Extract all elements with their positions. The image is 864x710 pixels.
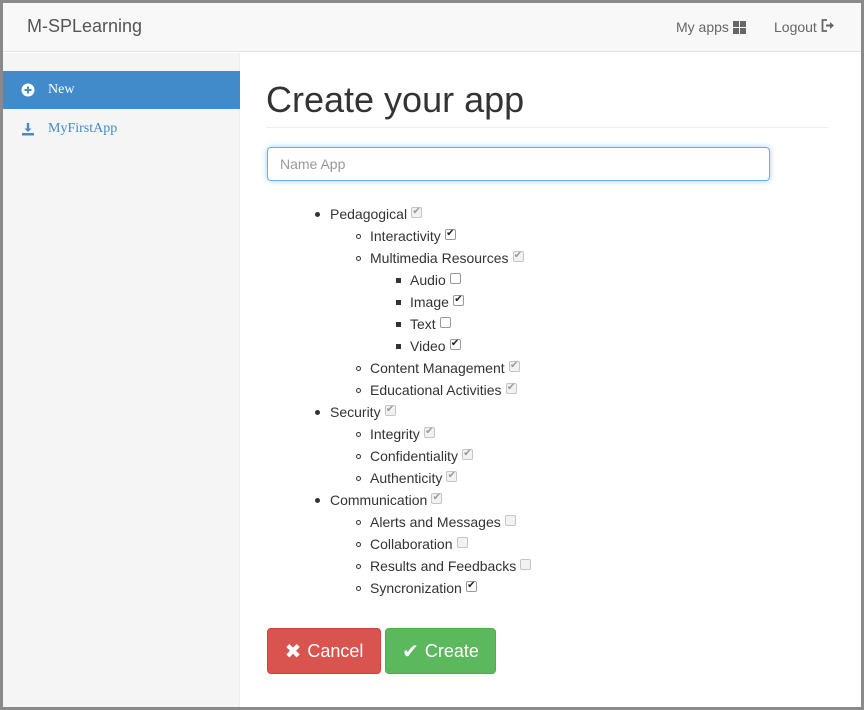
- app-window: M-SPLearning My apps Logout New MyFirstA…: [0, 0, 864, 710]
- bullet: [396, 300, 401, 305]
- sidebar-item-label: MyFirstApp: [48, 121, 118, 136]
- bullet: [356, 366, 361, 371]
- feature-label: Confidentiality: [370, 448, 458, 464]
- bullet: [315, 498, 320, 503]
- main-content: Create your app Pedagogical ✔ Interactiv…: [241, 53, 861, 707]
- create-label: Create: [424, 640, 479, 661]
- cancel-button[interactable]: ✖ Cancel: [267, 628, 381, 674]
- grid-icon: [732, 20, 746, 34]
- list-item: Content Management ✔: [356, 357, 520, 379]
- plus-circle-icon: [21, 83, 35, 97]
- list-item: Audio: [396, 269, 461, 291]
- feature-label: Content Management: [370, 360, 505, 376]
- x-icon: ✖: [284, 640, 302, 663]
- list-item: Interactivity ✔: [356, 225, 456, 247]
- list-item: Results and Feedbacks: [356, 555, 532, 577]
- list-item: Text: [396, 313, 451, 335]
- my-apps-label: My apps: [676, 19, 729, 35]
- list-item: Image ✔: [396, 291, 464, 313]
- check-icon: ✔: [402, 640, 419, 663]
- checkbox[interactable]: ✔: [508, 360, 520, 372]
- checkbox[interactable]: ✔: [423, 426, 435, 438]
- checkbox[interactable]: ✔: [449, 338, 461, 350]
- checkbox[interactable]: ✔: [465, 580, 477, 592]
- checkbox[interactable]: ✔: [446, 470, 458, 482]
- feature-label: Collaboration: [370, 536, 453, 552]
- checkbox[interactable]: ✔: [384, 404, 396, 416]
- checkbox[interactable]: ✔: [461, 448, 473, 460]
- feature-label: Alerts and Messages: [370, 514, 501, 530]
- bullet: [356, 564, 361, 569]
- bullet: [356, 476, 361, 481]
- bullet: [356, 542, 361, 547]
- my-apps-link[interactable]: My apps: [676, 19, 746, 35]
- bullet: [356, 454, 361, 459]
- feature-label: Integrity: [370, 426, 420, 442]
- bullet: [356, 388, 361, 393]
- bullet: [396, 278, 401, 283]
- list-item: Video ✔: [396, 335, 461, 357]
- list-item: Educational Activities ✔: [356, 379, 517, 401]
- feature-label: Image: [410, 294, 449, 310]
- checkbox[interactable]: [520, 558, 532, 570]
- checkbox[interactable]: ✔: [512, 250, 524, 262]
- bullet: [356, 256, 361, 261]
- bullet: [315, 212, 320, 217]
- checkbox[interactable]: ✔: [411, 206, 423, 218]
- bullet: [315, 410, 320, 415]
- checkbox[interactable]: [449, 272, 461, 284]
- feature-label: Video: [410, 338, 446, 354]
- category-label: Security: [330, 404, 381, 420]
- list-item: Authenticity ✔: [356, 467, 458, 489]
- logout-label: Logout: [774, 19, 817, 35]
- list-item: Multimedia Resources ✔: [356, 247, 524, 269]
- checkbox[interactable]: ✔: [444, 228, 456, 240]
- checkbox[interactable]: ✔: [431, 492, 443, 504]
- list-item: Integrity ✔: [356, 423, 435, 445]
- list-item: Communication ✔: [315, 489, 443, 511]
- feature-label: Interactivity: [370, 228, 441, 244]
- category-label: Pedagogical: [330, 206, 408, 222]
- list-item: Alerts and Messages: [356, 511, 516, 533]
- list-item: Syncronization ✔: [356, 577, 477, 599]
- list-item: Pedagogical ✔: [315, 203, 423, 225]
- category-label: Communication: [330, 492, 428, 508]
- title-divider: [266, 127, 829, 128]
- logout-icon: [821, 19, 835, 35]
- feature-label: Multimedia Resources: [370, 250, 509, 266]
- bullet: [396, 322, 401, 327]
- app-name-input[interactable]: [267, 147, 770, 181]
- feature-label: Audio: [410, 272, 446, 288]
- feature-label: Authenticity: [370, 470, 443, 486]
- feature-label: Educational Activities: [370, 382, 502, 398]
- cancel-label: Cancel: [307, 640, 364, 661]
- sidebar-item-label: New: [48, 82, 75, 97]
- feature-label: Text: [410, 316, 436, 332]
- page-title: Create your app: [266, 79, 525, 120]
- feature-label: Results and Feedbacks: [370, 558, 517, 574]
- logout-link[interactable]: Logout: [774, 19, 835, 35]
- list-item: Confidentiality ✔: [356, 445, 473, 467]
- bullet: [356, 432, 361, 437]
- navbar: M-SPLearning My apps Logout: [3, 3, 861, 52]
- brand-logo[interactable]: M-SPLearning: [27, 16, 142, 37]
- checkbox[interactable]: [439, 316, 451, 328]
- create-button[interactable]: ✔ Create: [385, 628, 496, 674]
- bullet: [396, 344, 401, 349]
- sidebar: New MyFirstApp: [3, 53, 240, 707]
- list-item: Collaboration: [356, 533, 468, 555]
- checkbox[interactable]: [504, 514, 516, 526]
- list-item: Security ✔: [315, 401, 396, 423]
- bullet: [356, 586, 361, 591]
- sidebar-item-myfirstapp[interactable]: MyFirstApp: [3, 110, 240, 148]
- bullet: [356, 234, 361, 239]
- checkbox[interactable]: [456, 536, 468, 548]
- checkbox[interactable]: ✔: [505, 382, 517, 394]
- feature-label: Syncronization: [370, 580, 462, 596]
- download-icon: [21, 122, 35, 136]
- sidebar-item-new[interactable]: New: [3, 71, 240, 109]
- checkbox[interactable]: ✔: [452, 294, 464, 306]
- bullet: [356, 520, 361, 525]
